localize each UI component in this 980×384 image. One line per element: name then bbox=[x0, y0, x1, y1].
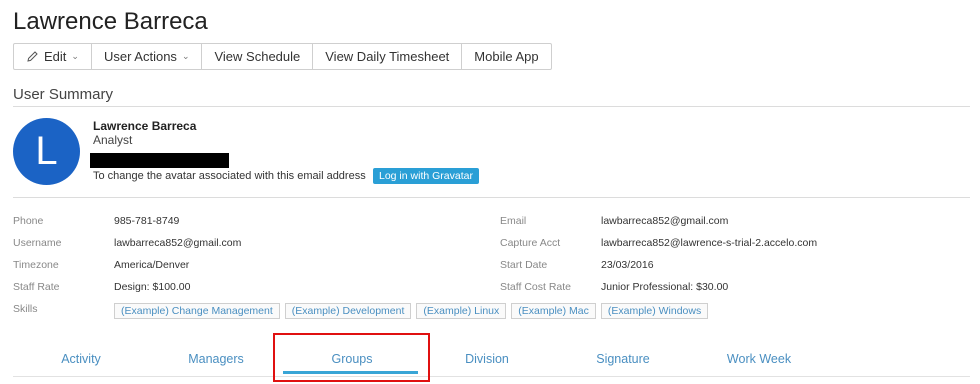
skills-label: Skills bbox=[13, 303, 38, 315]
phone-value: 985-781-8749 bbox=[114, 215, 180, 227]
pencil-icon bbox=[26, 50, 39, 63]
staff-cost-rate-label: Staff Cost Rate bbox=[500, 281, 572, 293]
user-actions-button[interactable]: User Actions ⌄ bbox=[90, 43, 203, 70]
skill-tag[interactable]: (Example) Mac bbox=[511, 303, 596, 319]
skill-tag[interactable]: (Example) Change Management bbox=[114, 303, 280, 319]
user-role: Analyst bbox=[93, 133, 133, 147]
tab-bar: Activity Managers Groups Division Signat… bbox=[13, 348, 970, 378]
start-date-label: Start Date bbox=[500, 259, 548, 271]
tab-activity[interactable]: Activity bbox=[61, 352, 101, 366]
redacted-email bbox=[90, 153, 229, 168]
chevron-down-icon: ⌄ bbox=[181, 51, 190, 61]
username-label: Username bbox=[13, 237, 62, 249]
username-value: lawbarreca852@gmail.com bbox=[114, 237, 242, 249]
staff-rate-value: Design: $100.00 bbox=[114, 281, 191, 293]
tab-managers[interactable]: Managers bbox=[188, 352, 244, 366]
email-label: Email bbox=[500, 215, 527, 227]
email-value: lawbarreca852@gmail.com bbox=[601, 215, 729, 227]
view-schedule-button[interactable]: View Schedule bbox=[201, 43, 314, 70]
capture-acct-label: Capture Acct bbox=[500, 237, 561, 249]
edit-label: Edit bbox=[44, 49, 67, 64]
skill-tag[interactable]: (Example) Linux bbox=[416, 303, 507, 319]
skill-tag[interactable]: (Example) Windows bbox=[600, 303, 709, 319]
details-divider bbox=[13, 197, 970, 198]
view-daily-timesheet-button[interactable]: View Daily Timesheet bbox=[312, 43, 463, 70]
start-date-value: 23/03/2016 bbox=[601, 259, 654, 271]
gravatar-login-button[interactable]: Log in with Gravatar bbox=[373, 168, 479, 184]
user-name: Lawrence Barreca bbox=[93, 119, 197, 133]
skills-list: (Example) Change Management (Example) De… bbox=[114, 303, 709, 319]
avatar[interactable]: L bbox=[13, 118, 80, 185]
staff-rate-label: Staff Rate bbox=[13, 281, 60, 293]
staff-cost-rate-value: Junior Professional: $30.00 bbox=[601, 281, 729, 293]
skill-tag[interactable]: (Example) Development bbox=[284, 303, 412, 319]
tabs-divider bbox=[13, 376, 970, 377]
edit-button[interactable]: Edit ⌄ bbox=[13, 43, 92, 70]
mobile-app-button[interactable]: Mobile App bbox=[461, 43, 552, 70]
section-divider bbox=[13, 106, 970, 107]
highlight-box bbox=[273, 333, 430, 382]
capture-acct-value: lawbarreca852@lawrence-s-trial-2.accelo.… bbox=[601, 237, 818, 249]
toolbar: Edit ⌄ User Actions ⌄ View Schedule View… bbox=[13, 43, 552, 70]
page-title: Lawrence Barreca bbox=[13, 8, 208, 35]
tab-work-week[interactable]: Work Week bbox=[727, 352, 791, 366]
timezone-value: America/Denver bbox=[114, 259, 190, 271]
tab-signature[interactable]: Signature bbox=[596, 352, 650, 366]
section-title: User Summary bbox=[13, 86, 114, 103]
timezone-label: Timezone bbox=[13, 259, 59, 271]
avatar-note: To change the avatar associated with thi… bbox=[93, 170, 366, 182]
user-actions-label: User Actions bbox=[103, 49, 177, 64]
tab-division[interactable]: Division bbox=[465, 352, 509, 366]
phone-label: Phone bbox=[13, 215, 44, 227]
chevron-down-icon: ⌄ bbox=[71, 51, 79, 61]
